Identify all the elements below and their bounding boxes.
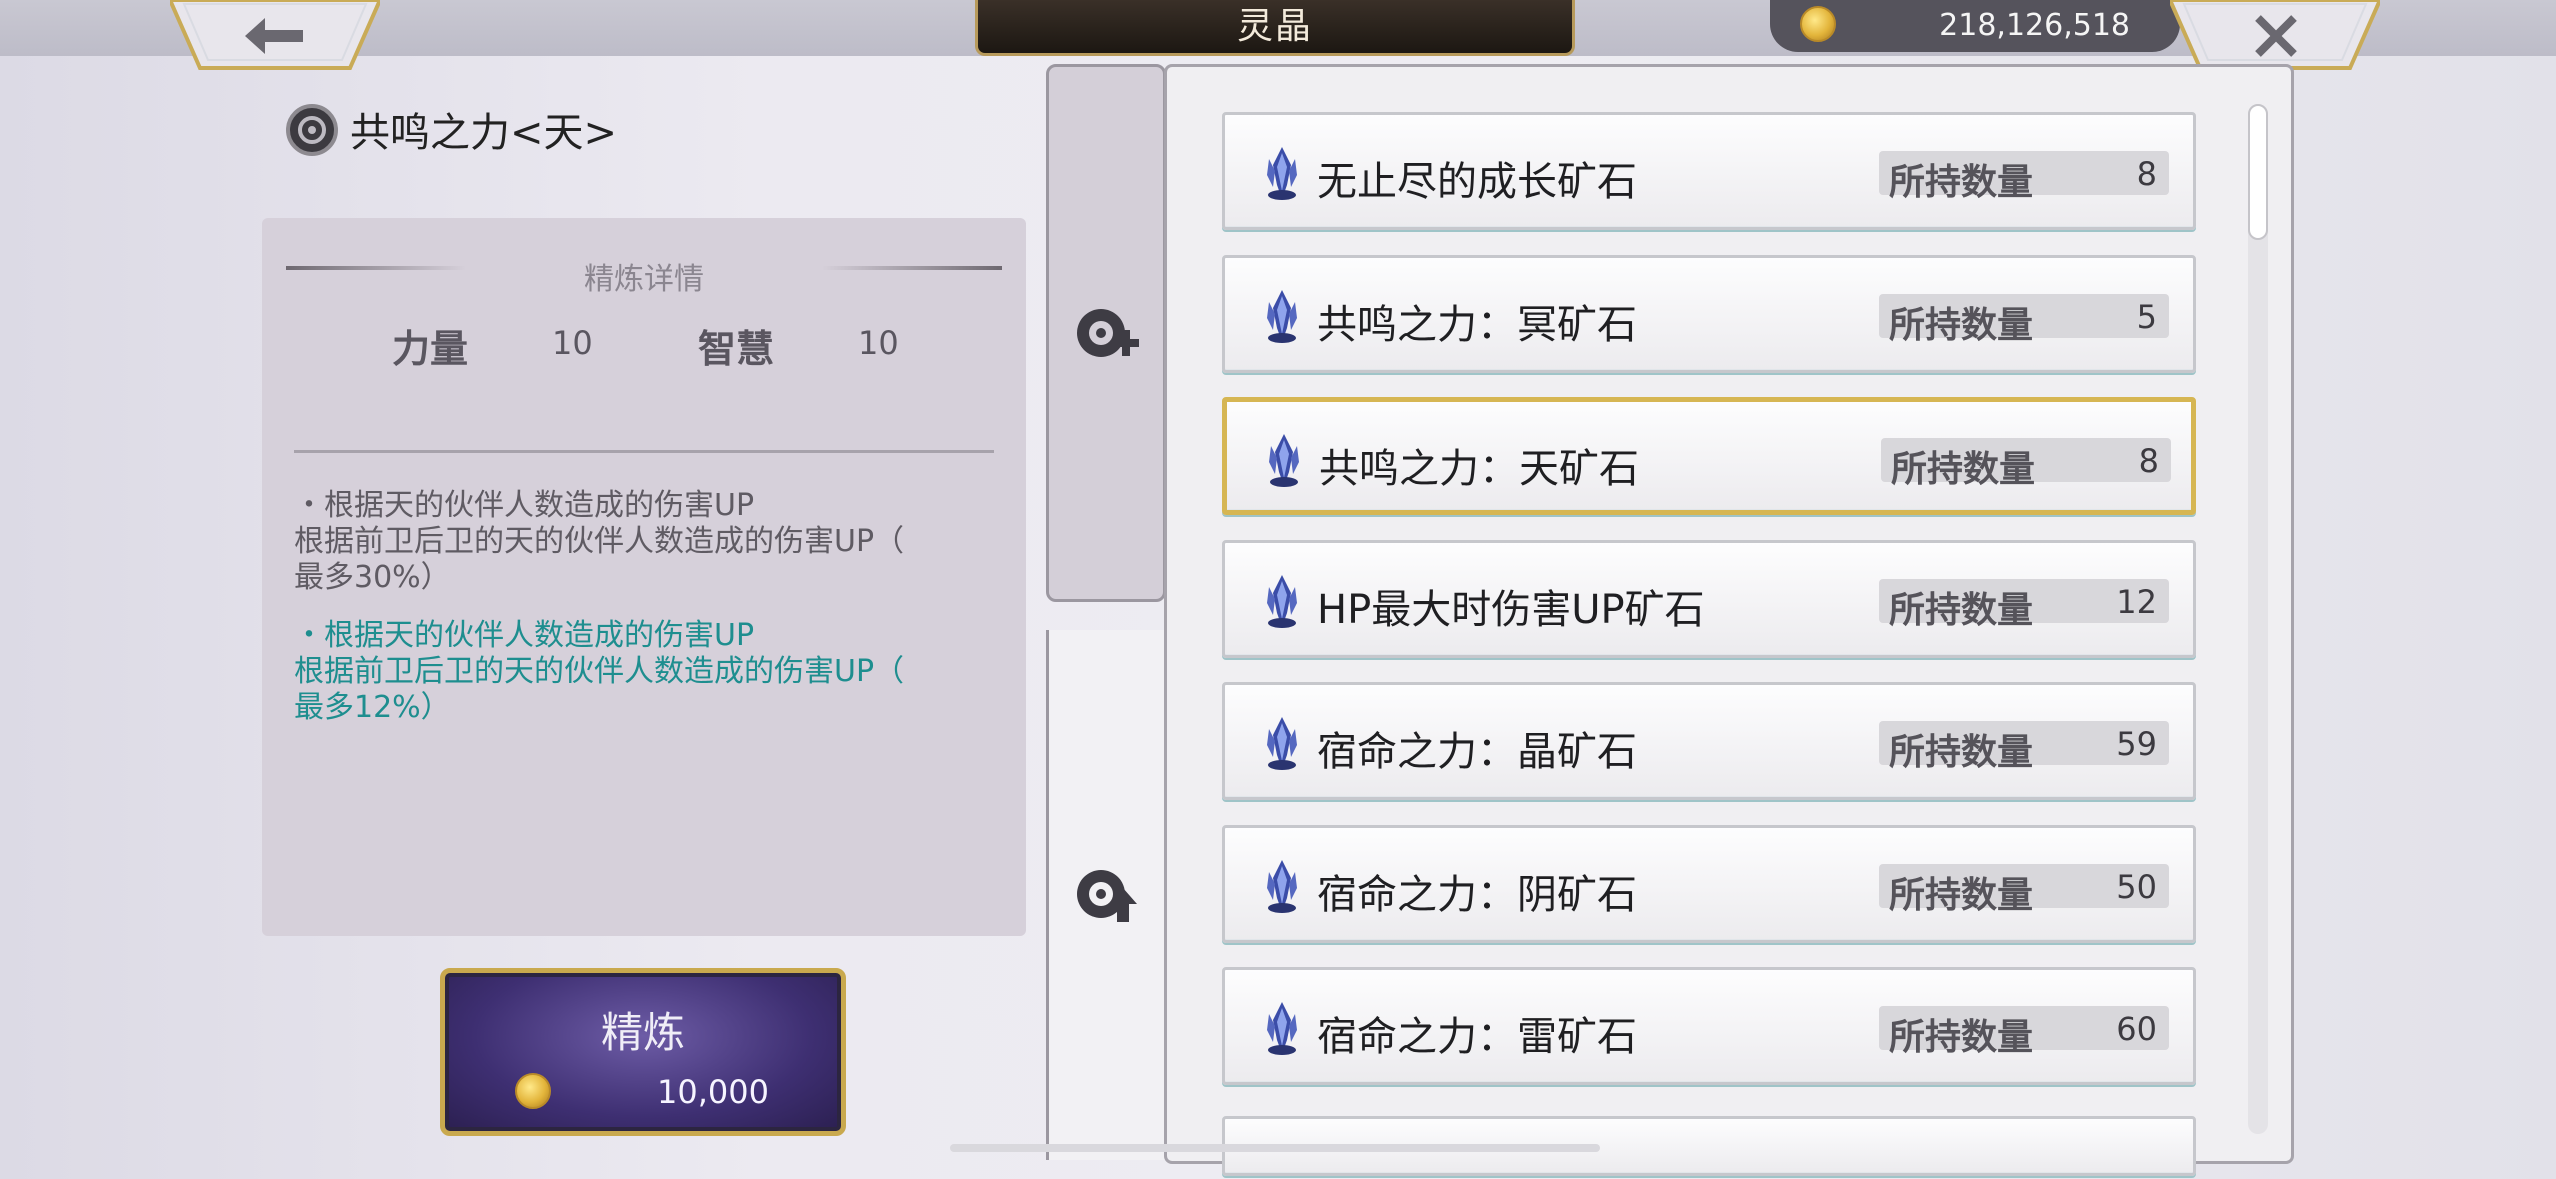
quantity-box: 所持数量 8 — [1879, 151, 2169, 203]
quantity-label: 所持数量 — [1889, 162, 2034, 203]
next-effect: ・根据天的伙伴人数造成的伤害UP 根据前卫后卫的天的伙伴人数造成的伤害UP（ 最… — [294, 618, 1014, 726]
quantity-value: 60 — [2116, 1010, 2157, 1048]
effect-line: 根据前卫后卫的天的伙伴人数造成的伤害UP（ — [294, 524, 905, 559]
ore-name: 无止尽的成长矿石 — [1317, 159, 1637, 205]
quantity-box: 所持数量 59 — [1879, 721, 2169, 773]
quantity-label: 所持数量 — [1889, 1017, 2034, 1058]
ore-list-item[interactable]: 宿命之力：雷矿石 所持数量 60 — [1222, 967, 2196, 1085]
tab-refine[interactable] — [1046, 64, 1166, 602]
crystal-icon — [1267, 1002, 1297, 1055]
back-arrow-icon — [245, 18, 303, 54]
quantity-label: 所持数量 — [1889, 875, 2034, 916]
quantity-value: 50 — [2116, 868, 2157, 906]
details-heading: 精炼详情 — [584, 262, 704, 297]
gear-icon — [286, 104, 338, 156]
divider — [294, 450, 994, 453]
crystal-icon — [1267, 860, 1297, 913]
ore-name: HP最大时伤害UP矿石 — [1317, 587, 1705, 633]
horizontal-scrollbar[interactable] — [950, 1144, 1600, 1152]
crystal-icon — [1267, 290, 1297, 343]
currency-amount: 218,126,518 — [1939, 8, 2130, 43]
ore-list-item[interactable]: 共鸣之力：天矿石 所持数量 8 — [1222, 397, 2196, 515]
effect-line: ・根据天的伙伴人数造成的伤害UP — [294, 488, 755, 523]
refine-label: 精炼 — [600, 1008, 685, 1057]
stat-label-strength: 力量 — [392, 327, 469, 371]
item-title: 共鸣之力<天> — [350, 110, 618, 156]
close-button[interactable] — [2170, 0, 2380, 70]
effect-line: ・根据天的伙伴人数造成的伤害UP — [294, 618, 755, 653]
quantity-box: 所持数量 8 — [1881, 438, 2171, 490]
effect-line: 根据前卫后卫的天的伙伴人数造成的伤害UP（ — [294, 654, 905, 689]
ore-name: 共鸣之力：天矿石 — [1319, 446, 1639, 492]
tab-upgrade[interactable] — [1046, 630, 1166, 1160]
quantity-value: 8 — [2136, 155, 2157, 193]
quantity-value: 12 — [2116, 583, 2157, 621]
ore-name: 宿命之力：阴矿石 — [1317, 872, 1637, 918]
quantity-label: 所持数量 — [1889, 305, 2034, 346]
quantity-label: 所持数量 — [1889, 732, 2034, 773]
ore-list-item[interactable]: 共鸣之力：冥矿石 所持数量 5 — [1222, 255, 2196, 373]
crystal-icon — [1269, 434, 1299, 487]
effect-line: 最多12%） — [294, 690, 451, 725]
page-title: 灵晶 — [975, 0, 1575, 56]
quantity-value: 5 — [2136, 298, 2157, 336]
crystal-icon — [1267, 717, 1297, 770]
refine-button[interactable]: 精炼 10,000 — [440, 968, 846, 1136]
stat-value-wisdom: 10 — [858, 324, 899, 362]
ore-list-item[interactable]: 宿命之力：阴矿石 所持数量 50 — [1222, 825, 2196, 943]
quantity-box: 所持数量 60 — [1879, 1006, 2169, 1058]
refine-details-panel: 精炼详情 力量 10 智慧 10 ・根据天的伙伴人数造成的伤害UP 根据前卫后卫… — [262, 218, 1026, 936]
quantity-value: 59 — [2116, 725, 2157, 763]
ore-name: 宿命之力：晶矿石 — [1317, 729, 1637, 775]
gear-up-icon — [1077, 870, 1137, 922]
coin-icon — [515, 1073, 551, 1109]
quantity-label: 所持数量 — [1889, 590, 2034, 631]
scrollbar-thumb[interactable] — [2248, 104, 2268, 240]
quantity-box: 所持数量 12 — [1879, 579, 2169, 631]
scrollbar-track[interactable] — [2248, 104, 2268, 1134]
crystal-icon — [1267, 147, 1297, 200]
quantity-box: 所持数量 5 — [1879, 294, 2169, 346]
quantity-box: 所持数量 50 — [1879, 864, 2169, 916]
ore-name: 共鸣之力：冥矿石 — [1317, 302, 1637, 348]
close-icon — [2255, 15, 2297, 57]
crystal-icon — [1267, 575, 1297, 628]
ore-list-item[interactable]: HP最大时伤害UP矿石 所持数量 12 — [1222, 540, 2196, 658]
coin-icon — [1800, 6, 1836, 42]
gear-plus-icon — [1077, 309, 1139, 357]
back-button[interactable] — [170, 0, 380, 70]
stat-value-strength: 10 — [552, 324, 593, 362]
quantity-value: 8 — [2138, 442, 2159, 480]
ore-name: 宿命之力：雷矿石 — [1317, 1014, 1637, 1060]
stat-label-wisdom: 智慧 — [698, 327, 775, 371]
refine-cost: 10,000 — [657, 1073, 769, 1111]
ore-list-item[interactable]: 宿命之力：晶矿石 所持数量 59 — [1222, 682, 2196, 800]
ore-list-item[interactable]: 无止尽的成长矿石 所持数量 8 — [1222, 112, 2196, 230]
effect-line: 最多30%） — [294, 560, 451, 595]
current-effect: ・根据天的伙伴人数造成的伤害UP 根据前卫后卫的天的伙伴人数造成的伤害UP（ 最… — [294, 488, 1014, 596]
quantity-label: 所持数量 — [1891, 449, 2036, 490]
